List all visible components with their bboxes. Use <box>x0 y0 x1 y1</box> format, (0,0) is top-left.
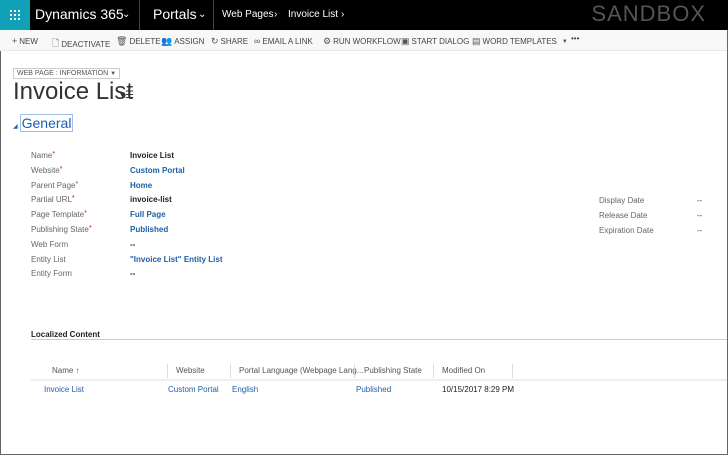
grid-cell[interactable]: Published <box>356 385 391 394</box>
date-label: Expiration Date <box>599 226 654 235</box>
chevron-down-icon[interactable]: ⌄ <box>198 9 206 20</box>
column-header[interactable]: Publishing State <box>364 366 422 375</box>
collapse-icon: ◢ <box>13 124 18 130</box>
run-workflow-button[interactable]: ⚙ RUN WORKFLOW <box>323 36 401 47</box>
field-label: Partial URL* <box>31 195 75 205</box>
chevron-down-icon[interactable]: ⌄ <box>122 9 130 20</box>
required-marker: * <box>71 195 75 203</box>
page-title: Invoice List <box>13 78 134 105</box>
field-label: Website* <box>31 165 63 175</box>
column-header[interactable]: Website <box>176 366 205 375</box>
trash-icon: 🗑 <box>116 36 128 46</box>
breadcrumb-invoice-list[interactable]: Invoice List <box>288 9 338 20</box>
column-header[interactable]: Modified On <box>442 366 485 375</box>
more-icon: ••• <box>571 34 580 43</box>
caret-down-icon: ▼ <box>561 38 568 45</box>
date-label: Release Date <box>599 211 648 220</box>
date-value[interactable]: -- <box>697 226 702 235</box>
grid-cell: 10/15/2017 8:29 PM <box>442 385 515 394</box>
email-link-button[interactable]: ∞ EMAIL A LINK <box>254 36 313 46</box>
field-label: Entity List <box>31 254 66 264</box>
waffle-icon <box>10 10 20 20</box>
command-bar: + NEW 🗋 DEACTIVATE 🗑 DELETE 👥 ASSIGN ↻ SHARE … <box>0 30 727 51</box>
recommended-marker: * <box>75 180 79 188</box>
grid-cell[interactable]: English <box>232 385 258 394</box>
grid-header-divider <box>31 379 727 381</box>
field-label: Page Template* <box>31 210 87 220</box>
column-separator[interactable] <box>230 364 231 378</box>
more-button[interactable]: ••• <box>571 34 579 43</box>
field-value[interactable]: Published <box>130 225 168 234</box>
new-button[interactable]: + NEW <box>12 36 38 46</box>
required-marker: * <box>88 225 92 232</box>
field-label: Web Form <box>31 239 69 249</box>
plus-icon: + <box>12 36 18 46</box>
deactivate-button[interactable]: 🗋 DEACTIVATE <box>52 36 110 52</box>
field-value: Invoice List <box>130 151 175 160</box>
breadcrumb-web-pages[interactable]: Web Pages <box>222 9 274 20</box>
chevron-right-icon: › <box>274 9 278 20</box>
column-separator[interactable] <box>354 364 355 378</box>
column-header[interactable]: Portal Language (Webpage Lang... <box>239 366 363 375</box>
field-value: -- <box>130 239 136 249</box>
chevron-right-icon[interactable]: › <box>341 9 344 20</box>
top-nav: Dynamics 365 ⌄ Portals ⌄ Web Pages › Inv… <box>0 0 728 30</box>
grid-cell[interactable]: Custom Portal <box>168 385 219 394</box>
field-value[interactable]: "Invoice List" Entity List <box>130 255 223 264</box>
localized-content-title: Localized Content <box>31 330 100 339</box>
word-templates-button[interactable]: ▤ WORD TEMPLATES ▼ <box>472 36 568 47</box>
column-separator[interactable] <box>167 364 168 378</box>
area-name[interactable]: Portals <box>153 6 197 22</box>
date-value[interactable]: -- <box>697 211 702 220</box>
assign-button[interactable]: 👥 ASSIGN <box>161 36 204 47</box>
field-label: Name* <box>31 151 56 160</box>
field-value[interactable]: Home <box>130 181 152 190</box>
date-label: Display Date <box>599 196 645 205</box>
deactivate-icon: 🗋 <box>52 38 60 48</box>
list-menu-icon[interactable]: ▾☰ <box>120 90 134 101</box>
field-value[interactable]: Full Page <box>130 210 166 219</box>
column-separator[interactable] <box>433 364 434 378</box>
delete-button[interactable]: 🗑 DELETE <box>116 36 161 47</box>
workflow-icon: ⚙ <box>323 36 332 46</box>
divider <box>139 0 140 30</box>
word-icon: ▤ <box>472 36 481 46</box>
divider <box>213 0 214 30</box>
app-name[interactable]: Dynamics 365 <box>35 6 124 22</box>
section-general[interactable]: ◢ General <box>13 114 74 132</box>
link-icon: ∞ <box>254 36 261 46</box>
field-label: Parent Page* <box>31 180 79 190</box>
grid-cell[interactable]: Invoice List <box>44 385 84 394</box>
column-separator[interactable] <box>512 364 513 378</box>
column-header[interactable]: Name ↑ <box>52 366 80 375</box>
start-dialog-button[interactable]: ▣ START DIALOG <box>401 36 469 47</box>
field-value[interactable]: Custom Portal <box>130 166 185 175</box>
dialog-icon: ▣ <box>401 36 410 46</box>
divider <box>31 339 727 340</box>
field-value: invoice-list <box>130 195 172 205</box>
assign-icon: 👥 <box>161 36 173 46</box>
environment-label: SANDBOX <box>591 1 706 26</box>
required-marker: * <box>59 165 63 173</box>
share-icon: ↻ <box>211 36 219 46</box>
app-launcher-button[interactable] <box>0 0 30 30</box>
required-marker: * <box>84 210 87 218</box>
field-value: -- <box>130 269 136 279</box>
required-marker: * <box>52 151 56 158</box>
caret-down-icon: ▼ <box>110 71 117 77</box>
date-value[interactable]: -- <box>697 196 702 205</box>
field-label: Entity Form <box>31 269 72 279</box>
share-button[interactable]: ↻ SHARE <box>211 36 248 47</box>
field-label: Publishing State* <box>31 225 92 234</box>
